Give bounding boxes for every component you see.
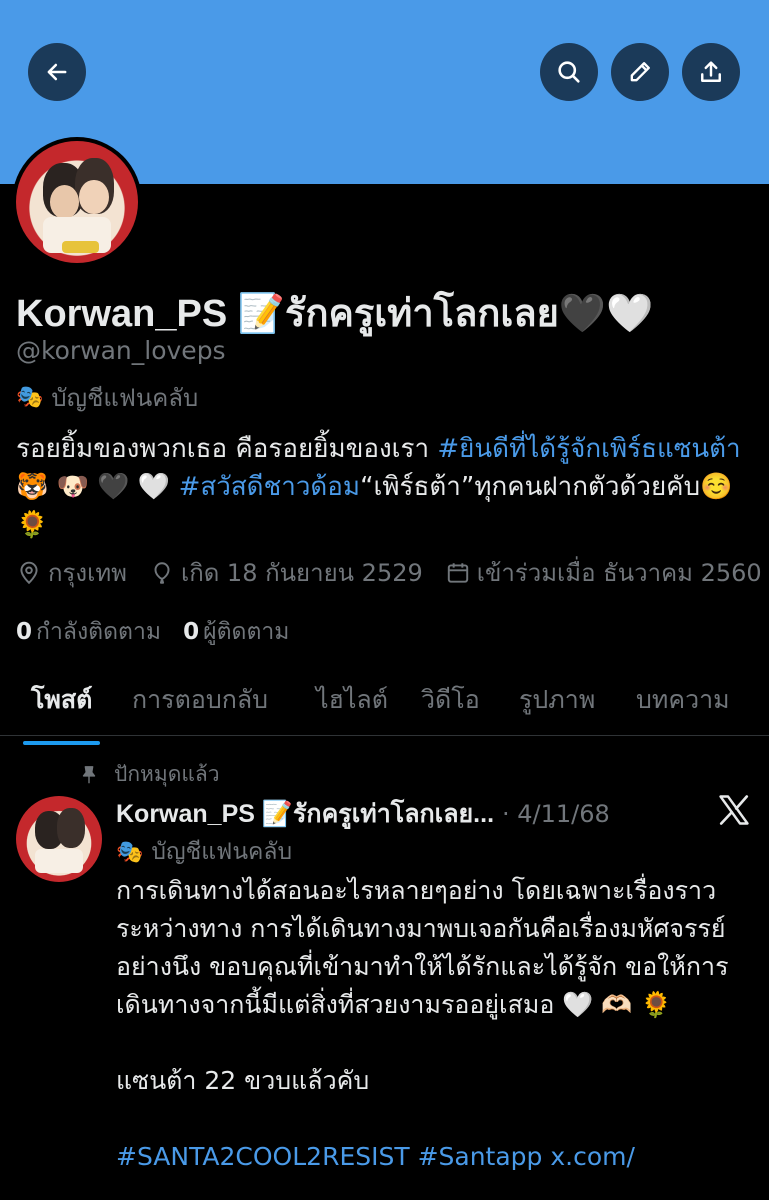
display-name: Korwan_PS 📝รักครูเท่าโลกเลย🖤🤍: [16, 293, 654, 335]
bio-hashtag[interactable]: #สวัสดีชาวด้อม: [179, 472, 361, 502]
tab-label: วิดีโอ: [421, 685, 480, 714]
theater-mask-icon: 🎭: [116, 839, 144, 865]
post-author[interactable]: Korwan_PS 📝รักครูเท่าโลกเลย...: [116, 794, 494, 834]
post-body: การเดินทางได้สอนอะไรหลายๆอย่าง โดยเฉพาะเ…: [116, 872, 756, 1176]
user-handle: @korwan_loveps: [16, 336, 226, 365]
following-count: 0: [16, 619, 33, 645]
back-button[interactable]: [28, 43, 86, 101]
following-link[interactable]: 0 กำลังติดตาม: [16, 614, 161, 650]
profile-avatar[interactable]: [12, 137, 142, 267]
tab-label: โพสต์: [31, 685, 93, 714]
edit-button[interactable]: [611, 43, 669, 101]
pin-icon: [82, 765, 96, 783]
tab-replies[interactable]: การตอบกลับ: [132, 668, 268, 720]
post-avatar[interactable]: [16, 796, 102, 882]
profile-tabs: โพสต์ การตอบกลับ ไฮไลต์ วิดีโอ รูปภาพ บท…: [0, 668, 769, 745]
birth-text: เกิด 18 กันยายน 2529: [180, 559, 423, 587]
bio-hashtag[interactable]: #ยินดีที่ได้รู้จักเพิร์ธแซนต้า: [437, 434, 740, 464]
location-pin-icon: [20, 561, 38, 584]
post-fan-label: บัญชีแฟนคลับ: [151, 839, 293, 865]
tab-label: ไฮไลต์: [316, 685, 388, 714]
tab-videos[interactable]: วิดีโอ: [421, 668, 480, 720]
followers-label: ผู้ติดตาม: [203, 619, 290, 645]
theater-mask-icon: 🎭: [16, 385, 44, 410]
following-label: กำลังติดตาม: [36, 619, 162, 645]
tab-label: บทความ: [636, 685, 730, 714]
active-tab-indicator: [23, 741, 101, 745]
post-text: การเดินทางได้สอนอะไรหลายๆอย่าง โดยเฉพาะเ…: [116, 876, 729, 1019]
post-text: แซนต้า 22 ขวบแล้วคับ: [116, 1066, 370, 1095]
share-button[interactable]: [682, 43, 740, 101]
followers-count: 0: [183, 619, 200, 645]
follow-counts: 0 กำลังติดตาม 0 ผู้ติดตาม: [16, 614, 289, 650]
followers-link[interactable]: 0 ผู้ติดตาม: [183, 614, 289, 650]
pinned-indicator: ปักหมุดแล้ว: [78, 758, 220, 791]
arrow-left-icon: [47, 63, 67, 81]
fan-account-label: 🎭 บัญชีแฟนคลับ: [16, 378, 198, 417]
x-logo-icon[interactable]: [716, 792, 752, 828]
tab-label: การตอบกลับ: [132, 685, 269, 714]
tab-photos[interactable]: รูปภาพ: [519, 668, 595, 720]
balloon-icon: [154, 561, 170, 584]
pinned-label: ปักหมุดแล้ว: [114, 762, 220, 786]
post-hashtags[interactable]: #SANTA2COOL2RESIST #Santapp x.com/: [116, 1138, 756, 1176]
tab-articles[interactable]: บทความ: [636, 668, 730, 720]
bio-emoji: 🐯 🐶 🖤 🤍: [16, 472, 179, 502]
search-button[interactable]: [540, 43, 598, 101]
post-header: Korwan_PS 📝รักครูเท่าโลกเลย... · 4/11/68: [116, 794, 696, 834]
tab-posts[interactable]: โพสต์: [23, 668, 101, 745]
location-text: กรุงเทพ: [48, 559, 127, 587]
post-fan-account: 🎭 บัญชีแฟนคลับ: [116, 834, 292, 870]
calendar-icon: [447, 562, 468, 583]
post-date[interactable]: · 4/11/68: [502, 800, 610, 828]
fan-account-text: บัญชีแฟนคลับ: [51, 384, 199, 412]
search-icon: [558, 61, 580, 83]
share-icon: [701, 61, 721, 82]
joined-text: เข้าร่วมเมื่อ ธันวาคม 2560: [476, 559, 762, 587]
tab-highlights[interactable]: ไฮไลต์: [316, 668, 388, 720]
tab-label: รูปภาพ: [519, 685, 596, 714]
pencil-icon: [630, 62, 650, 82]
bio-text: รอยยิ้มของพวกเธอ คือรอยยิ้มของเรา: [16, 434, 438, 464]
profile-meta: กรุงเทพ เกิด 18 กันยายน 2529 เข้าร่วมเมื…: [16, 553, 762, 592]
profile-bio: รอยยิ้มของพวกเธอ คือรอยยิ้มของเรา #ยินดี…: [16, 430, 756, 544]
